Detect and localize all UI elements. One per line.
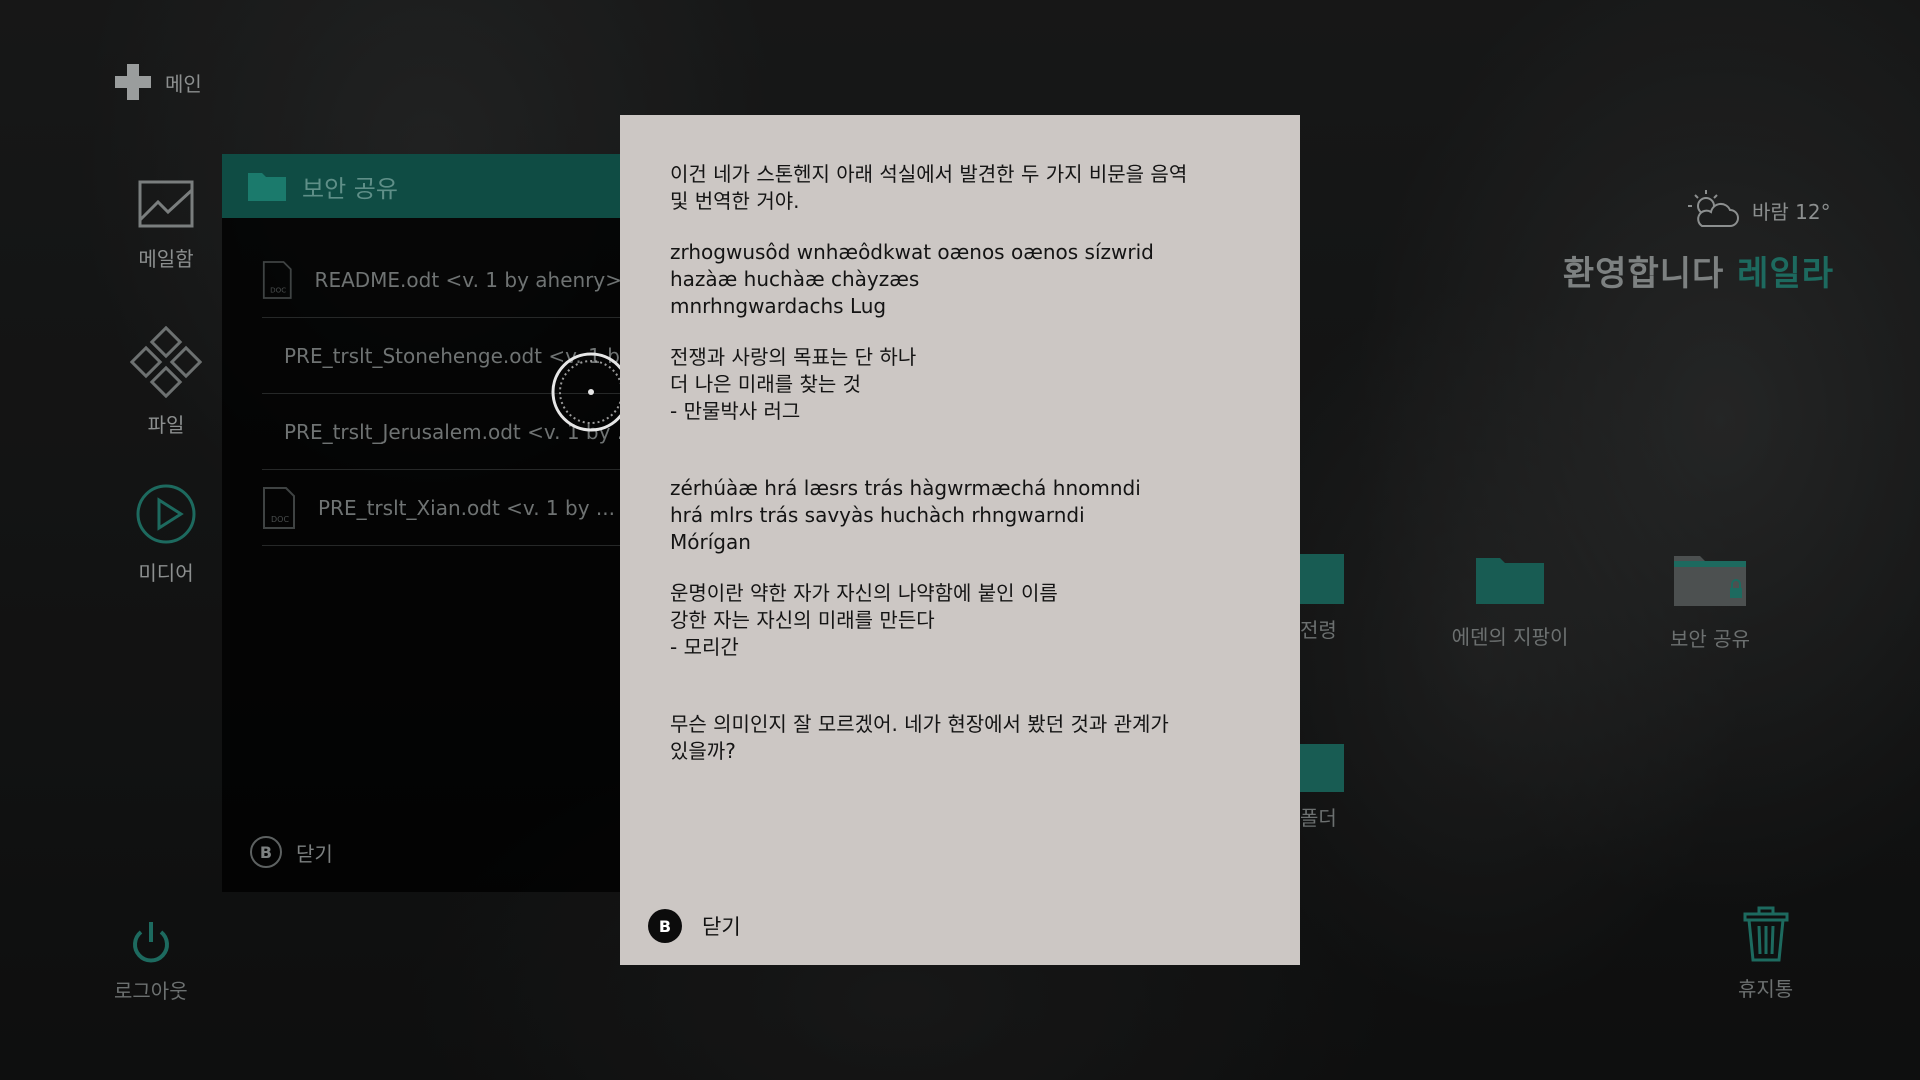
cursor-reticle-icon [551,352,631,432]
file-row-xian[interactable]: DOC PRE_trslt_Xian.odt <v. 1 by ... [262,470,622,546]
dialog-outro-line: 무슨 의미인지 잘 모르겠어. 네가 현장에서 봤던 것과 관계가 [670,712,1169,736]
inscription-line: hrá mlrs trás savyàs huchàch rhngwarndi [670,503,1085,527]
weather-widget: 바람 12° [1686,188,1831,232]
svg-text:DOC: DOC [271,515,289,524]
trash-icon [1743,906,1789,962]
translation-line: 더 나은 미래를 찾는 것 [670,372,862,396]
welcome-user-name: 레일라 [1737,254,1834,294]
logout-button[interactable]: 로그아웃 [114,918,188,1004]
desktop-folder-partial2-label: 폴더 [1300,806,1337,830]
desktop-folder-secure-label: 보안 공유 [1670,627,1750,651]
browser-close-button[interactable]: B 닫기 [250,836,333,868]
document-dialog: 이건 네가 스톤헨지 아래 석실에서 발견한 두 가지 비문을 음역 및 번역한… [620,115,1300,965]
document-text: 이건 네가 스톤헨지 아래 석실에서 발견한 두 가지 비문을 음역 및 번역한… [670,161,1260,765]
doc-icon: DOC [262,260,292,299]
weather-text: 바람 12° [1752,199,1831,224]
nav-mail-label: 메일함 [138,247,194,271]
media-play-icon [136,484,196,544]
folder-icon [1300,744,1344,792]
file-browser-panel: 보안 공유 DOC README.odt <v. 1 by ahenry> DO… [222,154,622,892]
inscription-line: mnrhngwardachs Lug [670,294,887,318]
folder-icon [248,173,286,201]
welcome-text: 환영합니다 레일라 [1563,246,1834,295]
desktop-folder-partial[interactable]: 전령 [1300,554,1360,643]
b-button-icon: B [648,909,682,943]
file-name: README.odt <v. 1 by ahenry> [314,267,622,292]
dialog-outro-line: 있을까? [670,739,736,763]
nav-files-label: 파일 [147,413,185,437]
desktop-folder-secure-share[interactable]: 보안 공유 [1640,548,1780,652]
translation-line: - 모리간 [670,635,739,659]
browser-close-label: 닫기 [296,841,333,866]
files-icon [129,325,203,399]
nav-files[interactable]: 파일 [128,325,204,438]
inscription-line: zrhogwusôd wnhæôdkwat oænos oænos sízwri… [670,240,1154,264]
dialog-intro-line: 및 번역한 거야. [670,189,800,213]
mail-icon [138,180,194,228]
welcome-greeting: 환영합니다 [1562,254,1725,294]
translation-line: 강한 자는 자신의 미래를 만든다 [670,608,935,632]
translation-line: 운명이란 약한 자가 자신의 나약함에 붙인 이름 [670,581,1058,605]
nav-mail[interactable]: 메일함 [128,176,204,272]
screen: 메인 메일함 파일 미디어 로그아웃 보안 공유 DOC README.odt … [0,0,1920,1080]
svg-text:DOC: DOC [270,285,286,294]
folder-icon [1476,558,1544,604]
b-button-icon: B [250,836,282,868]
inscription-line: Mórígan [670,530,751,554]
file-browser-title: 보안 공유 [302,174,398,203]
dialog-close-button[interactable]: B 닫기 [648,909,741,943]
desktop-folder-eden[interactable]: 에덴의 지팡이 [1440,552,1580,650]
power-icon [132,922,169,963]
dpad-icon [115,64,151,100]
nav-media-label: 미디어 [138,561,194,585]
file-browser-header: 보안 공유 [222,154,622,218]
translation-line: 전쟁과 사랑의 목표는 단 하나 [670,345,917,369]
desktop-folder-partial-2[interactable]: 폴더 [1300,744,1360,831]
inscription-line: zérhúàæ hrá læsrs trás hàgwrmæchá hnomnd… [670,476,1141,500]
logout-label: 로그아웃 [114,979,188,1003]
locked-folder-icon [1674,556,1746,606]
trash-label: 휴지통 [1738,977,1794,1001]
weather-cloud-sun-icon [1688,190,1739,227]
file-name: PRE_trslt_Xian.odt <v. 1 by ... [318,495,615,520]
trash-button[interactable]: 휴지통 [1738,902,1793,1002]
doc-icon: DOC [263,486,295,529]
nav-media[interactable]: 미디어 [130,482,202,586]
dialog-intro-line: 이건 네가 스톤헨지 아래 석실에서 발견한 두 가지 비문을 음역 [670,162,1188,186]
desktop-folder-eden-label: 에덴의 지팡이 [1451,625,1569,649]
inscription-line: hazàæ huchàæ chàyzæs [670,267,920,291]
folder-icon [1300,554,1344,604]
dialog-close-label: 닫기 [702,915,741,939]
translation-line: - 만물박사 러그 [670,399,801,423]
main-button[interactable]: 메인 [113,62,202,102]
file-row-readme[interactable]: DOC README.odt <v. 1 by ahenry> [262,242,622,318]
main-label: 메인 [165,71,202,96]
desktop-folder-partial-label: 전령 [1300,618,1337,642]
